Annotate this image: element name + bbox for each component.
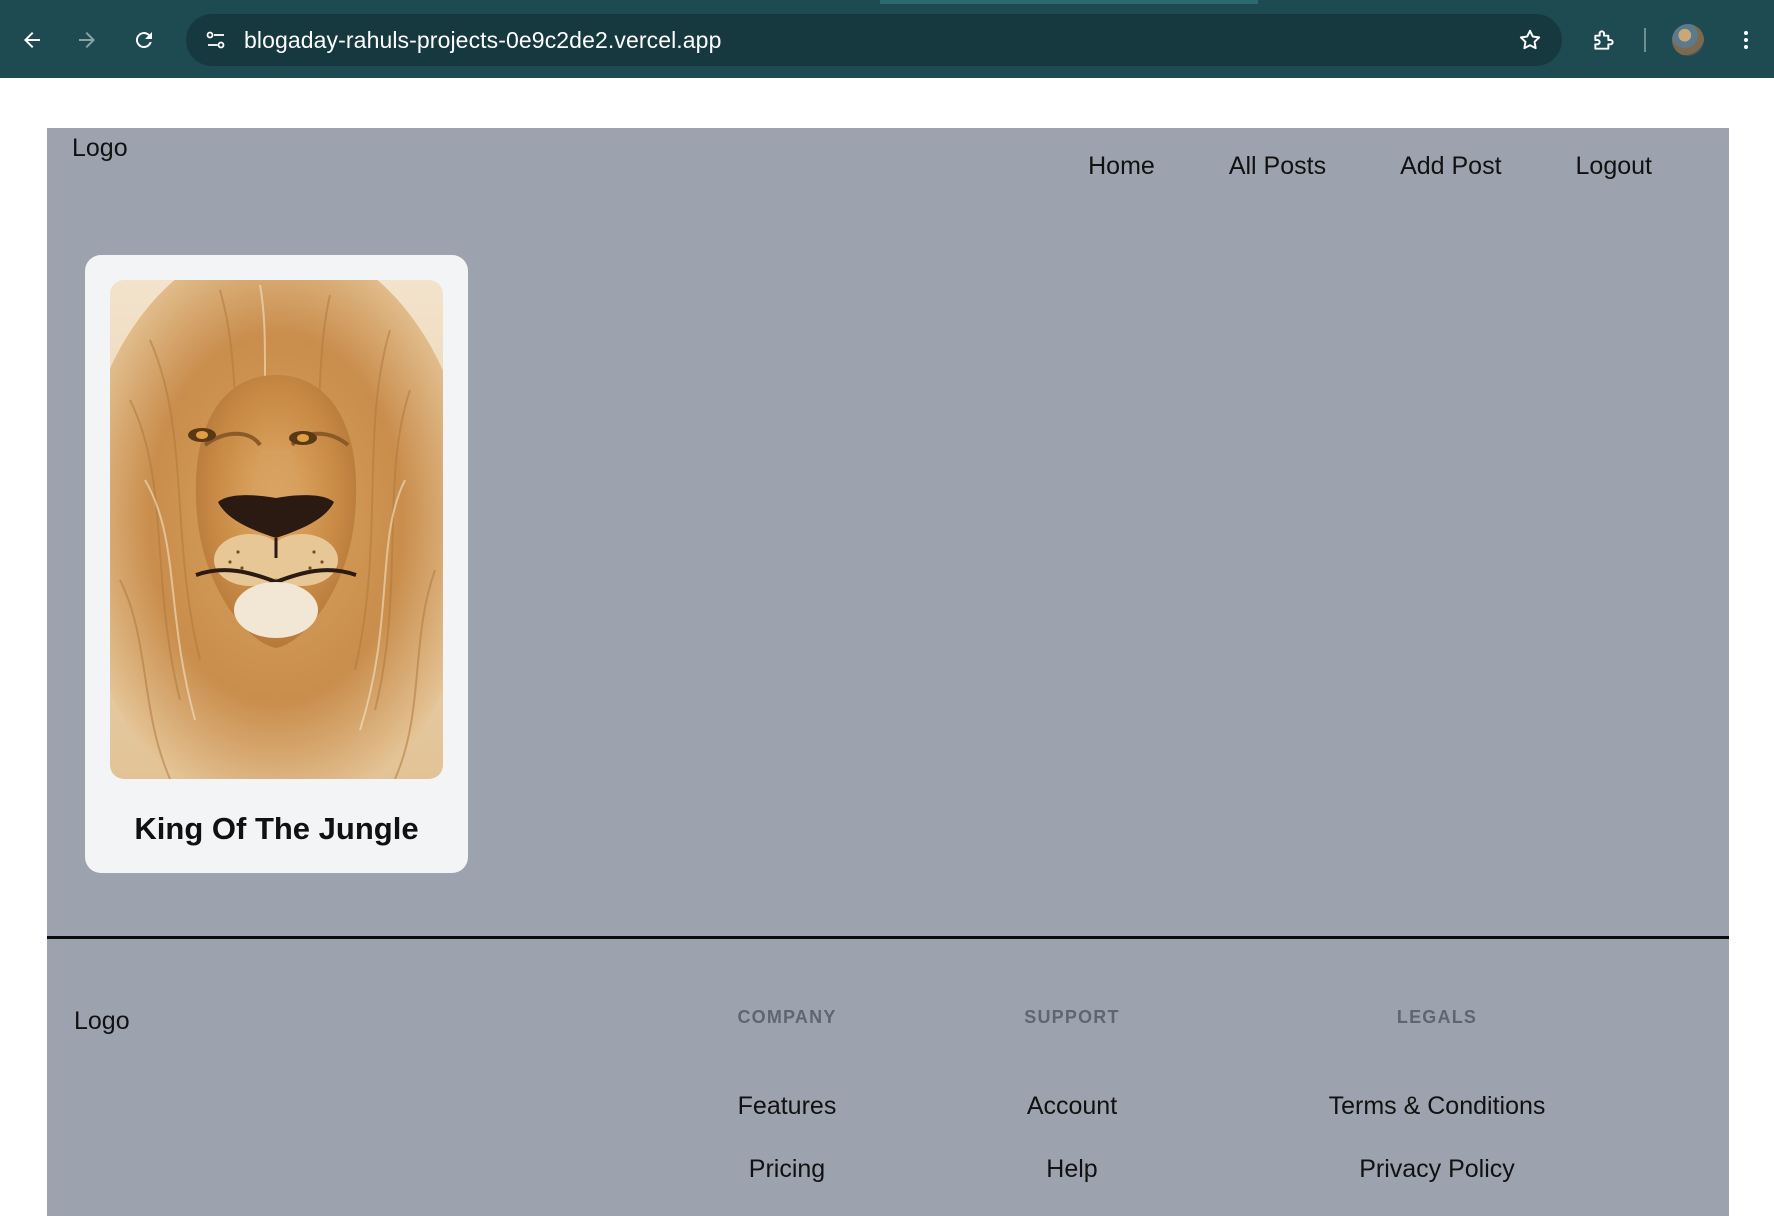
footer-link-help[interactable]: Help: [982, 1154, 1162, 1184]
address-bar[interactable]: blogaday-rahuls-projects-0e9c2de2.vercel…: [186, 14, 1562, 66]
forward-arrow-icon: [79, 32, 95, 48]
browser-toolbar: blogaday-rahuls-projects-0e9c2de2.vercel…: [0, 0, 1774, 78]
toolbar-divider: [1644, 28, 1646, 52]
footer-column-legals: LEGALS Terms & Conditions Privacy Policy: [1287, 1005, 1587, 1184]
page-viewport: Logo Home All Posts Add Post Logout King…: [0, 78, 1774, 1216]
post-grid: King Of The Jungle: [85, 255, 468, 873]
footer-heading-legals: LEGALS: [1396, 1007, 1478, 1027]
forward-button[interactable]: [69, 22, 105, 58]
extensions-button[interactable]: [1586, 22, 1622, 58]
nav-add-post[interactable]: Add Post: [1363, 142, 1538, 190]
site-container: Logo Home All Posts Add Post Logout King…: [47, 128, 1729, 1216]
site-footer: Logo COMPANY Features Pricing SUPPORT Ac…: [47, 939, 1729, 1216]
post-image-lion[interactable]: [110, 280, 443, 779]
bookmark-button[interactable]: [1514, 24, 1546, 56]
more-menu-icon: [1744, 31, 1748, 49]
site-info-button[interactable]: [198, 22, 234, 58]
footer-heading-support: SUPPORT: [1024, 1007, 1120, 1027]
nav-home[interactable]: Home: [1051, 142, 1192, 190]
nav-all-posts[interactable]: All Posts: [1192, 142, 1363, 190]
reload-icon: [135, 32, 152, 49]
footer-link-pricing[interactable]: Pricing: [697, 1154, 877, 1184]
footer-link-account[interactable]: Account: [982, 1091, 1162, 1121]
main-nav: Home All Posts Add Post Logout: [1051, 142, 1689, 190]
bookmark-star-icon: [1519, 29, 1541, 50]
profile-avatar[interactable]: [1672, 24, 1704, 56]
url-text[interactable]: blogaday-rahuls-projects-0e9c2de2.vercel…: [244, 27, 721, 54]
header-logo[interactable]: Logo: [72, 134, 128, 163]
footer-heading-company: COMPANY: [737, 1007, 837, 1027]
back-arrow-icon: [24, 32, 40, 48]
post-title[interactable]: King Of The Jungle: [85, 811, 468, 847]
nav-logout[interactable]: Logout: [1539, 142, 1689, 190]
footer-column-company: COMPANY Features Pricing: [697, 1005, 877, 1184]
site-header: Logo Home All Posts Add Post Logout: [47, 128, 1729, 238]
footer-link-features[interactable]: Features: [697, 1091, 877, 1121]
inactive-tab-edge[interactable]: [1258, 0, 1774, 4]
tab-strip: [0, 0, 1774, 4]
extensions-icon: [1594, 30, 1614, 50]
lion-image: [110, 280, 443, 779]
reload-button[interactable]: [126, 22, 162, 58]
footer-logo[interactable]: Logo: [74, 1007, 130, 1036]
more-menu-button[interactable]: [1728, 22, 1764, 58]
footer-link-terms[interactable]: Terms & Conditions: [1287, 1091, 1587, 1121]
post-card[interactable]: King Of The Jungle: [85, 255, 468, 873]
footer-link-privacy[interactable]: Privacy Policy: [1287, 1154, 1587, 1184]
footer-column-support: SUPPORT Account Help: [982, 1005, 1162, 1184]
site-info-icon: [206, 31, 225, 49]
back-button[interactable]: [14, 22, 50, 58]
active-tab-edge[interactable]: [0, 0, 880, 4]
